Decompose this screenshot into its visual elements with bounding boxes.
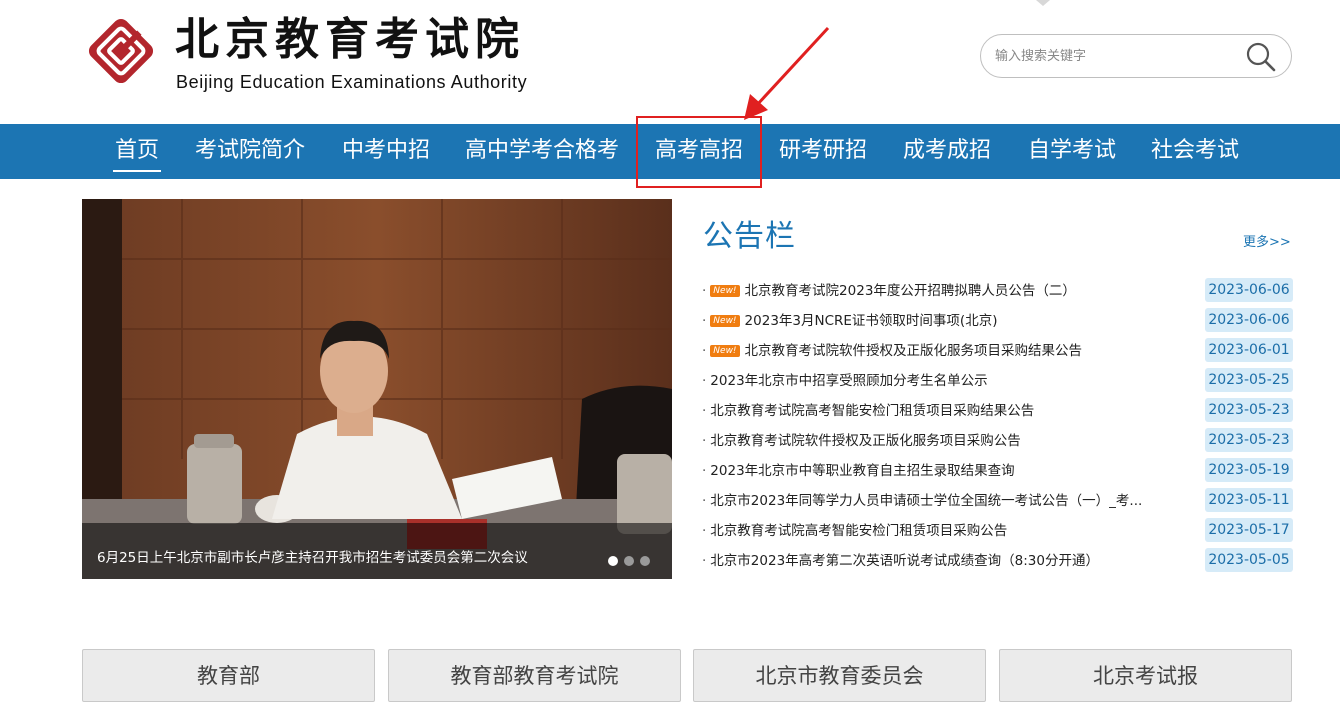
more-link[interactable]: 更多>>: [1243, 231, 1291, 250]
new-badge: New!: [710, 285, 740, 297]
list-item: · 北京教育考试院高考智能安检门租赁项目采购公告 2023-05-17: [702, 516, 1293, 546]
list-item: · 2023年北京市中招享受照顾加分考生名单公示 2023-05-25: [702, 366, 1293, 396]
notice-date: 2023-06-06: [1205, 308, 1293, 332]
list-item: · 北京教育考试院软件授权及正版化服务项目采购公告 2023-05-23: [702, 426, 1293, 456]
notice-link[interactable]: · 2023年北京市中招享受照顾加分考生名单公示: [702, 369, 1172, 389]
notice-title-text: 北京教育考试院软件授权及正版化服务项目采购结果公告: [744, 343, 1083, 359]
search-box: [980, 34, 1292, 78]
notice-title-text: 北京教育考试院高考智能安检门租赁项目采购结果公告: [710, 403, 1035, 419]
search-icon[interactable]: [1245, 41, 1277, 73]
nav-item-xuekao[interactable]: 高中学考合格考: [465, 124, 619, 179]
notice-date: 2023-05-05: [1205, 548, 1293, 572]
nav-item-gaokao[interactable]: 高考高招: [655, 124, 743, 179]
notice-link[interactable]: · 北京教育考试院软件授权及正版化服务项目采购公告: [702, 429, 1172, 449]
nav-item-chengkao[interactable]: 成考成招: [903, 124, 991, 179]
site-title-cn[interactable]: 北京教育考试院: [175, 12, 525, 68]
notice-title-text: 2023年北京市中等职业教育自主招生录取结果查询: [710, 463, 1015, 479]
list-item: · 2023年北京市中等职业教育自主招生录取结果查询 2023-05-19: [702, 456, 1293, 486]
nav-item-zixue[interactable]: 自学考试: [1028, 124, 1116, 179]
notice-link[interactable]: · New! 2023年3月NCRE证书领取时间事项(北京): [702, 309, 1172, 329]
nav-item-about[interactable]: 考试院简介: [195, 124, 305, 179]
notice-title-text: 2023年3月NCRE证书领取时间事项(北京): [744, 313, 998, 329]
beaa-logo-icon[interactable]: [82, 12, 160, 90]
list-item: · 北京教育考试院高考智能安检门租赁项目采购结果公告 2023-05-23: [702, 396, 1293, 426]
notice-link[interactable]: · 北京市2023年高考第二次英语听说考试成绩查询（8:30分开通）: [702, 549, 1172, 569]
slide-dot[interactable]: [640, 556, 650, 566]
notice-date: 2023-06-01: [1205, 338, 1293, 362]
search-input[interactable]: [995, 45, 1235, 67]
list-item: · New! 北京教育考试院软件授权及正版化服务项目采购结果公告 2023-06-0…: [702, 336, 1293, 366]
notice-date: 2023-05-17: [1205, 518, 1293, 542]
notice-title-text: 北京教育考试院高考智能安检门租赁项目采购公告: [710, 523, 1008, 539]
news-slideshow[interactable]: 6月25日上午北京市副市长卢彦主持召开我市招生考试委员会第二次会议: [82, 199, 672, 579]
link-button-neea[interactable]: 教育部教育考试院: [388, 649, 681, 702]
notice-link[interactable]: · 北京教育考试院高考智能安检门租赁项目采购公告: [702, 519, 1172, 539]
notice-date: 2023-05-23: [1205, 428, 1293, 452]
list-item: · 北京市2023年高考第二次英语听说考试成绩查询（8:30分开通） 2023-0…: [702, 546, 1293, 576]
corner-decoration: [1036, 0, 1050, 6]
new-badge: New!: [710, 315, 740, 327]
main-nav: 首页 考试院简介 中考中招 高中学考合格考 高考高招 研考研招 成考成招 自学考…: [0, 124, 1340, 179]
list-item: · 北京市2023年同等学力人员申请硕士学位全国统一考试公告（一）_考... 20…: [702, 486, 1293, 516]
notice-date: 2023-05-25: [1205, 368, 1293, 392]
notice-link[interactable]: · 2023年北京市中等职业教育自主招生录取结果查询: [702, 459, 1172, 479]
nav-item-home[interactable]: 首页: [112, 124, 162, 179]
link-button-bjksb[interactable]: 北京考试报: [999, 649, 1292, 702]
slide-dots: [608, 556, 650, 566]
notice-link[interactable]: · New! 北京教育考试院2023年度公开招聘拟聘人员公告（二）: [702, 279, 1172, 299]
notice-title-text: 北京教育考试院软件授权及正版化服务项目采购公告: [710, 433, 1021, 449]
list-item: · New! 2023年3月NCRE证书领取时间事项(北京) 2023-06-06: [702, 306, 1293, 336]
list-item: · New! 北京教育考试院2023年度公开招聘拟聘人员公告（二） 2023-06-…: [702, 276, 1293, 306]
notice-date: 2023-06-06: [1205, 278, 1293, 302]
notice-date: 2023-05-19: [1205, 458, 1293, 482]
notice-board-title: 公告栏: [703, 219, 796, 254]
notice-date: 2023-05-23: [1205, 398, 1293, 422]
notice-title-text: 2023年北京市中招享受照顾加分考生名单公示: [710, 373, 988, 389]
link-button-moe[interactable]: 教育部: [82, 649, 375, 702]
notice-link[interactable]: · New! 北京教育考试院软件授权及正版化服务项目采购结果公告: [702, 339, 1172, 359]
slide-dot[interactable]: [624, 556, 634, 566]
slide-caption[interactable]: 6月25日上午北京市副市长卢彦主持召开我市招生考试委员会第二次会议: [97, 546, 528, 566]
nav-item-yankao[interactable]: 研考研招: [779, 124, 867, 179]
notice-title-text: 北京教育考试院2023年度公开招聘拟聘人员公告（二）: [744, 283, 1076, 299]
notice-list: · New! 北京教育考试院2023年度公开招聘拟聘人员公告（二） 2023-06-…: [702, 276, 1293, 576]
nav-item-zhongkao[interactable]: 中考中招: [342, 124, 430, 179]
link-button-bjedu[interactable]: 北京市教育委员会: [693, 649, 986, 702]
nav-item-shehui[interactable]: 社会考试: [1151, 124, 1239, 179]
notice-link[interactable]: · 北京教育考试院高考智能安检门租赁项目采购结果公告: [702, 399, 1172, 419]
new-badge: New!: [710, 345, 740, 357]
slide-dot[interactable]: [608, 556, 618, 566]
notice-date: 2023-05-11: [1205, 488, 1293, 512]
slide-photo[interactable]: [82, 199, 672, 579]
notice-link[interactable]: · 北京市2023年同等学力人员申请硕士学位全国统一考试公告（一）_考...: [702, 489, 1172, 509]
notice-title-text: 北京市2023年高考第二次英语听说考试成绩查询（8:30分开通）: [710, 553, 1099, 569]
site-title-en: Beijing Education Examinations Authority: [176, 72, 528, 92]
site-header: 北京教育考试院 Beijing Education Examinations A…: [0, 0, 1340, 124]
notice-title-text: 北京市2023年同等学力人员申请硕士学位全国统一考试公告（一）_考...: [710, 493, 1143, 509]
